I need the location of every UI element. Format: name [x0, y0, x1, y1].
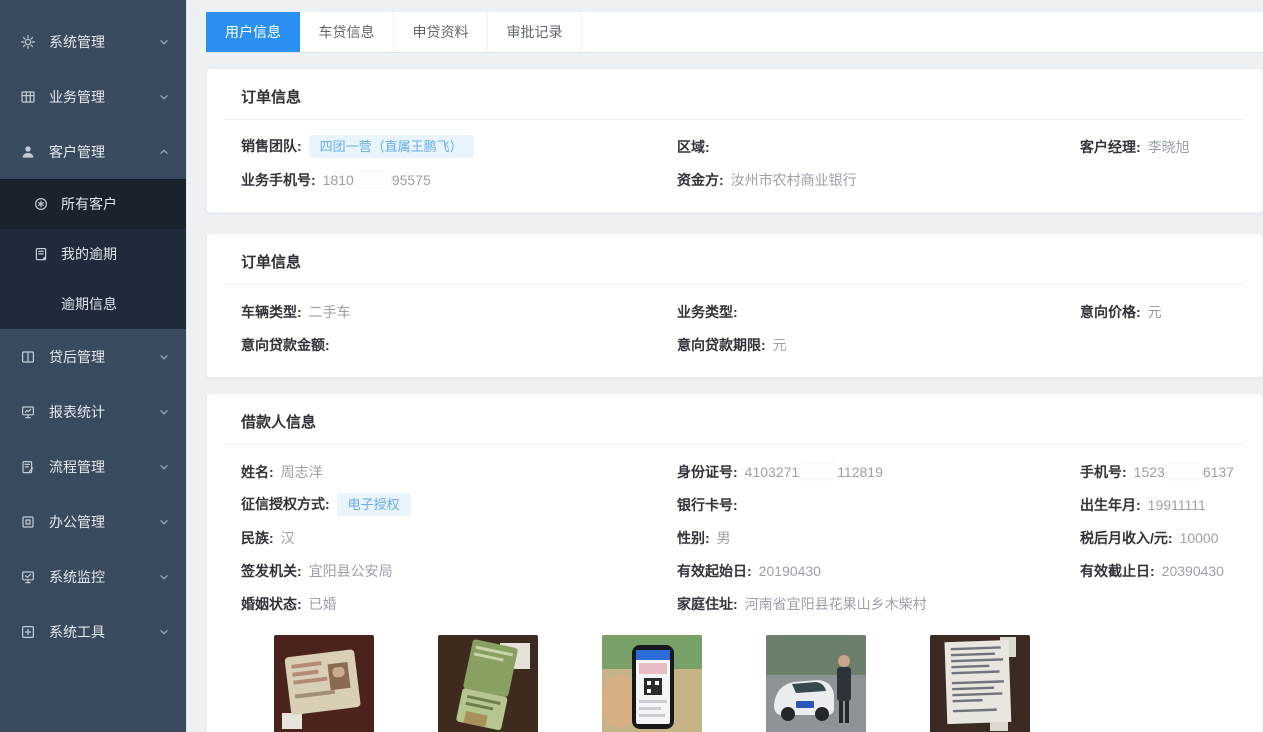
field-home-address: 家庭住址:河南省宜阳县花果山乡木柴村 [677, 594, 1080, 614]
gear-icon [20, 34, 36, 50]
monitor-icon [20, 404, 36, 420]
field-id-number: 身份证号:4103271112819 [677, 462, 1080, 482]
field-vehicle-type: 车辆类型:二手车 [241, 302, 677, 322]
order-info-card-1: 订单信息 销售团队:四团一营（直属王鹏飞） 区域: 客户经理:李晓旭 业务手机号… [206, 68, 1263, 213]
sidebar-item-office-mgmt[interactable]: 办公管理 [0, 494, 186, 549]
field-issuing-authority: 签发机关:宜阳县公安局 [241, 561, 677, 581]
sidebar-item-all-customers[interactable]: 所有客户 [0, 179, 186, 229]
sidebar-item-customer-mgmt[interactable]: 客户管理 [0, 124, 186, 179]
sidebar-item-label: 所有客户 [61, 194, 117, 214]
office-icon [20, 514, 36, 530]
field-valid-from: 有效起始日:20190430 [677, 561, 1080, 581]
chevron-down-icon [158, 516, 170, 528]
chevron-down-icon [158, 406, 170, 418]
order-info-card-2: 订单信息 车辆类型:二手车 业务类型: 意向价格:元 意向贷款金额: 意向贷款期… [206, 233, 1263, 378]
sidebar-item-label: 系统管理 [49, 32, 105, 52]
sidebar-item-overdue-info[interactable]: 逾期信息 [0, 279, 186, 329]
photo-auth-screenshot[interactable]: 授权截图 [602, 635, 702, 732]
field-valid-to: 有效截止日:20390430 [1080, 561, 1228, 581]
notebook-icon [33, 246, 49, 262]
field-mobile-phone: 手机号:15236137 [1080, 462, 1234, 482]
chevron-up-icon [158, 146, 170, 158]
sidebar-item-my-overdue[interactable]: 我的逾期 [0, 229, 186, 279]
sidebar-item-report-stats[interactable]: 报表统计 [0, 384, 186, 439]
tab-approval-records[interactable]: 审批记录 [488, 12, 582, 52]
monitor-check-icon [20, 569, 36, 585]
book-icon [20, 349, 36, 365]
tools-icon [20, 624, 36, 640]
field-intent-loan-term: 意向贷款期限:元 [677, 335, 1080, 355]
field-business-phone: 业务手机号:181095575 [241, 170, 677, 190]
sidebar-item-label: 办公管理 [49, 512, 105, 532]
tab-bar: 用户信息 车贷信息 申贷资料 审批记录 [206, 12, 1263, 53]
field-credit-auth-method: 征信授权方式:电子授权 [241, 493, 677, 516]
main-content: 用户信息 车贷信息 申贷资料 审批记录 订单信息 销售团队:四团一营（直属王鹏飞… [186, 0, 1263, 732]
chevron-down-icon [158, 626, 170, 638]
sidebar: 系统管理 业务管理 客户管理 所有客户 [0, 0, 186, 732]
field-funder: 资金方:汝州市农村商业银行 [677, 170, 1080, 190]
field-intent-loan-amount: 意向贷款金额: [241, 335, 677, 355]
sidebar-item-label: 流程管理 [49, 457, 105, 477]
sidebar-item-label: 业务管理 [49, 87, 105, 107]
redaction-blur [800, 464, 836, 479]
service-icon [33, 196, 49, 212]
sidebar-item-label: 系统监控 [49, 567, 105, 587]
chevron-down-icon [158, 36, 170, 48]
sidebar-item-label: 客户管理 [49, 142, 105, 162]
sidebar-item-label: 贷后管理 [49, 347, 105, 367]
tab-loan-application-docs[interactable]: 申贷资料 [394, 12, 488, 52]
flow-icon [20, 459, 36, 475]
field-gender: 性别:男 [677, 528, 1080, 548]
chevron-down-icon [158, 461, 170, 473]
section-title: 借款人信息 [224, 394, 1245, 445]
chevron-down-icon [158, 571, 170, 583]
sidebar-item-label: 逾期信息 [61, 294, 117, 314]
field-name: 姓名:周志洋 [241, 462, 677, 482]
field-ethnicity: 民族:汉 [241, 528, 677, 548]
tab-car-loan-info[interactable]: 车贷信息 [300, 12, 394, 52]
redaction-blur [355, 172, 391, 187]
chevron-down-icon [158, 91, 170, 103]
customer-mgmt-submenu: 所有客户 我的逾期 逾期信息 [0, 179, 186, 329]
field-bank-card: 银行卡号: [677, 495, 1080, 515]
sidebar-item-process-mgmt[interactable]: 流程管理 [0, 439, 186, 494]
sales-team-tag-link[interactable]: 四团一营（直属王鹏飞） [309, 135, 474, 158]
field-monthly-income: 税后月收入/元:10000 [1080, 528, 1228, 548]
section-title: 订单信息 [224, 69, 1245, 120]
field-intent-price: 意向价格:元 [1080, 302, 1228, 322]
credit-auth-badge: 电子授权 [337, 493, 411, 516]
sidebar-item-label: 报表统计 [49, 402, 105, 422]
photo-person-with-car[interactable]: 人车合影 [766, 635, 866, 732]
sidebar-item-system-monitor[interactable]: 系统监控 [0, 549, 186, 604]
sidebar-item-postloan-mgmt[interactable]: 贷后管理 [0, 329, 186, 384]
photo-id-card[interactable]: 人像面 [274, 635, 374, 732]
photo-handwritten-document[interactable]: 其他材料 [930, 635, 1030, 732]
redaction-blur [1166, 464, 1202, 479]
borrower-info-card: 借款人信息 姓名:周志洋 身份证号:4103271112819 手机号:1523… [206, 393, 1263, 732]
sidebar-item-system-tools[interactable]: 系统工具 [0, 604, 186, 659]
document-photos: 人像面 [274, 635, 1228, 732]
field-business-type: 业务类型: [677, 302, 1080, 322]
sidebar-item-business-mgmt[interactable]: 业务管理 [0, 69, 186, 124]
sidebar-item-label: 我的逾期 [61, 244, 117, 264]
field-account-manager: 客户经理:李晓旭 [1080, 137, 1228, 157]
field-sales-team: 销售团队:四团一营（直属王鹏飞） [241, 135, 677, 158]
user-icon [20, 144, 36, 160]
sidebar-item-label: 系统工具 [49, 622, 105, 642]
tab-user-info[interactable]: 用户信息 [206, 12, 300, 52]
grid-icon [20, 89, 36, 105]
section-title: 订单信息 [224, 234, 1245, 285]
chevron-down-icon [158, 351, 170, 363]
field-region: 区域: [677, 137, 1080, 157]
field-birth-date: 出生年月:19911111 [1080, 495, 1228, 515]
sidebar-item-system-mgmt[interactable]: 系统管理 [0, 14, 186, 69]
photo-registration-book[interactable]: 登记证书 [438, 635, 538, 732]
field-marital-status: 婚姻状态:已婚 [241, 594, 677, 614]
